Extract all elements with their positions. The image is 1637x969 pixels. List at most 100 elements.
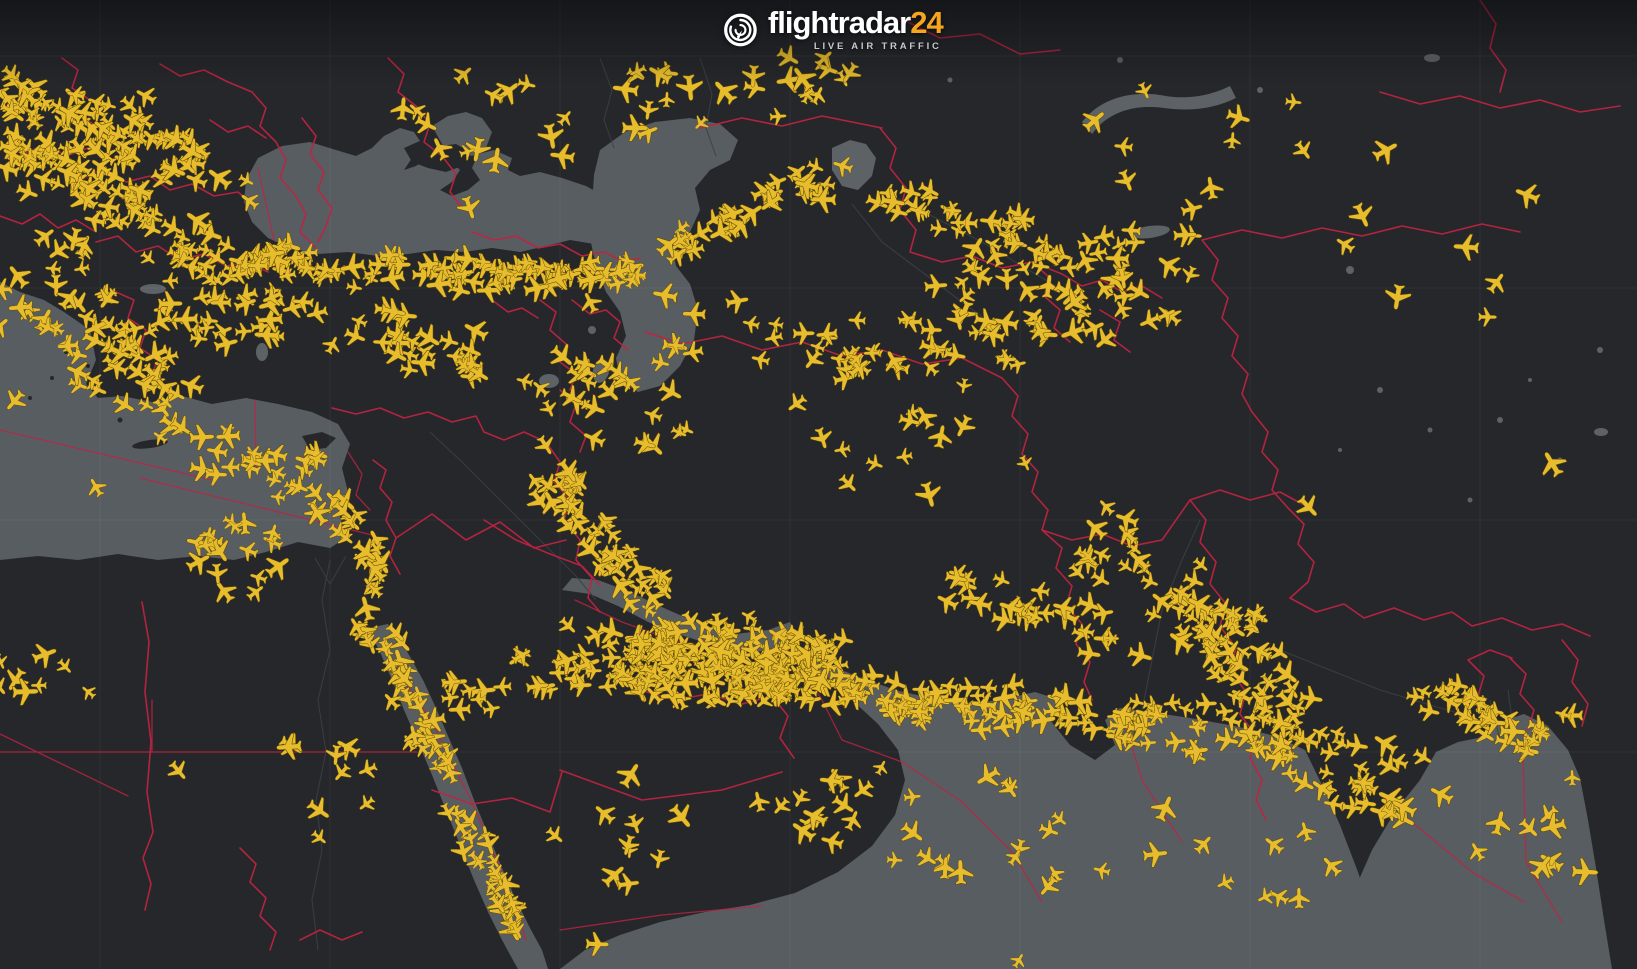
aircraft-icon[interactable]	[871, 757, 892, 778]
aircraft-icon[interactable]	[1011, 274, 1045, 307]
aircraft-icon[interactable]	[749, 348, 771, 371]
aircraft-icon[interactable]	[1223, 131, 1242, 149]
aircraft-icon[interactable]	[553, 106, 577, 130]
aircraft-icon[interactable]	[1162, 693, 1182, 713]
aircraft-icon[interactable]	[848, 775, 879, 806]
aircraft-icon[interactable]	[927, 423, 955, 450]
aircraft-icon[interactable]	[449, 60, 478, 89]
aircraft-icon[interactable]	[746, 789, 771, 814]
aircraft-icon[interactable]	[320, 333, 345, 358]
aircraft-icon[interactable]	[1534, 446, 1571, 482]
aircraft-icon[interactable]	[1453, 233, 1480, 261]
aircraft-icon[interactable]	[1015, 453, 1036, 474]
aircraft-icon[interactable]	[508, 642, 536, 670]
aircraft-icon[interactable]	[782, 389, 811, 418]
aircraft-icon[interactable]	[808, 425, 836, 452]
aircraft-icon[interactable]	[1078, 511, 1113, 546]
aircraft-icon[interactable]	[536, 122, 566, 152]
aircraft-icon[interactable]	[77, 681, 99, 703]
aircraft-icon[interactable]	[354, 792, 378, 816]
aircraft-icon[interactable]	[1511, 178, 1544, 211]
aircraft-icon[interactable]	[53, 655, 77, 679]
aircraft-icon[interactable]	[514, 371, 535, 392]
aircraft-icon[interactable]	[793, 322, 815, 345]
aircraft-icon[interactable]	[637, 99, 660, 121]
aircraft-icon[interactable]	[13, 178, 42, 207]
aircraft-icon[interactable]	[1173, 222, 1197, 247]
aircraft-icon[interactable]	[741, 313, 762, 334]
aircraft-icon[interactable]	[328, 759, 355, 786]
aircraft-icon[interactable]	[932, 586, 962, 616]
aircraft-icon[interactable]	[738, 606, 760, 628]
aircraft-icon[interactable]	[1373, 750, 1404, 782]
aircraft-icon[interactable]	[1291, 490, 1325, 524]
aircraft-icon[interactable]	[234, 322, 253, 341]
aircraft-icon[interactable]	[515, 73, 537, 96]
aircraft-icon[interactable]	[1113, 136, 1134, 157]
aircraft-icon[interactable]	[1383, 283, 1413, 312]
aircraft-icon[interactable]	[1285, 93, 1303, 111]
aircraft-icon[interactable]	[864, 452, 886, 475]
aircraft-icon[interactable]	[537, 397, 560, 420]
aircraft-icon[interactable]	[724, 287, 751, 315]
aircraft-icon[interactable]	[918, 355, 943, 380]
aircraft-icon[interactable]	[622, 812, 648, 837]
aircraft-icon[interactable]	[1319, 741, 1341, 764]
aircraft-icon[interactable]	[1481, 267, 1512, 298]
aircraft-icon[interactable]	[767, 315, 785, 333]
aircraft-icon[interactable]	[923, 273, 948, 299]
aircraft-icon[interactable]	[948, 411, 979, 441]
aircraft-icon[interactable]	[1136, 307, 1164, 336]
aircraft-icon[interactable]	[338, 252, 368, 283]
aircraft-icon[interactable]	[579, 424, 609, 454]
aircraft-icon[interactable]	[1179, 195, 1206, 222]
aircraft-icon[interactable]	[0, 652, 11, 672]
aircraft-icon[interactable]	[658, 91, 675, 107]
aircraft-icon[interactable]	[1151, 248, 1186, 283]
aircraft-icon[interactable]	[131, 81, 160, 110]
aircraft-icon[interactable]	[355, 757, 380, 782]
aircraft-icon[interactable]	[616, 871, 641, 896]
aircraft-icon[interactable]	[348, 310, 369, 332]
aircraft-icon[interactable]	[163, 756, 193, 786]
flightradar24-logo[interactable]: flightradar24 LIVE AIR TRAFFIC	[721, 7, 943, 52]
aircraft-icon[interactable]	[1368, 133, 1404, 169]
aircraft-icon[interactable]	[191, 285, 214, 308]
aircraft-icon[interactable]	[1093, 494, 1119, 520]
aircraft-icon[interactable]	[206, 563, 229, 585]
aircraft-icon[interactable]	[990, 569, 1013, 592]
aircraft-icon[interactable]	[848, 311, 866, 330]
aircraft-icon[interactable]	[675, 418, 697, 441]
aircraft-icon[interactable]	[612, 757, 648, 793]
aircraft-icon[interactable]	[1223, 102, 1253, 132]
aircraft-icon[interactable]	[1112, 166, 1141, 194]
aircraft-icon[interactable]	[662, 798, 699, 835]
aircraft-icon[interactable]	[913, 479, 945, 511]
aircraft-icon[interactable]	[787, 786, 813, 812]
aircraft-icon[interactable]	[1368, 726, 1403, 762]
aircraft-icon[interactable]	[542, 822, 569, 849]
aircraft-icon[interactable]	[1138, 570, 1161, 593]
world-map[interactable]	[0, 0, 1637, 969]
aircraft-icon[interactable]	[481, 698, 502, 719]
aircraft-icon[interactable]	[947, 296, 981, 329]
aircraft-icon[interactable]	[834, 470, 862, 498]
aircraft-icon[interactable]	[1478, 307, 1497, 327]
aircraft-icon[interactable]	[1087, 566, 1114, 593]
aircraft-icon[interactable]	[1317, 763, 1336, 782]
aircraft-icon[interactable]	[1289, 136, 1318, 164]
aircraft-icon[interactable]	[769, 107, 787, 126]
aircraft-icon[interactable]	[1344, 732, 1370, 759]
aircraft-icon[interactable]	[555, 612, 582, 639]
aircraft-icon[interactable]	[1327, 723, 1347, 743]
aircraft-icon[interactable]	[207, 575, 241, 608]
aircraft-icon[interactable]	[675, 73, 705, 102]
aircraft-icon[interactable]	[929, 219, 948, 239]
aircraft-icon[interactable]	[588, 798, 620, 830]
aircraft-icon[interactable]	[895, 447, 914, 466]
aircraft-icon[interactable]	[833, 440, 852, 459]
aircraft-icon[interactable]	[1092, 224, 1117, 249]
aircraft-icon[interactable]	[158, 291, 183, 317]
aircraft-icon[interactable]	[1195, 692, 1217, 715]
aircraft-icon[interactable]	[1345, 199, 1378, 232]
